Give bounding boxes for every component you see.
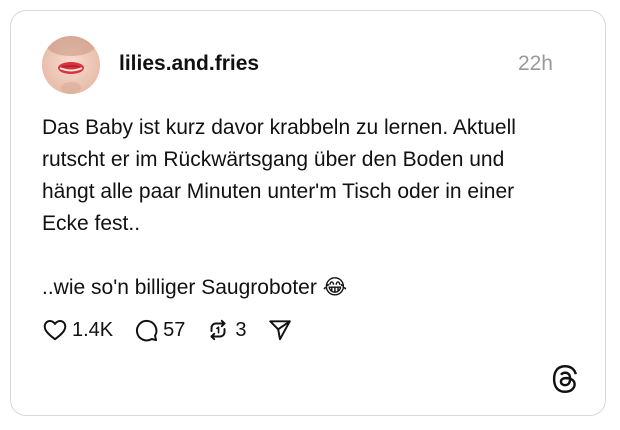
comment-button[interactable]: 57 bbox=[133, 317, 185, 343]
send-icon bbox=[268, 320, 291, 341]
repost-count: 3 bbox=[235, 318, 247, 341]
post-timestamp: 22h bbox=[517, 52, 553, 75]
post-paragraph-2: ..wie so'n billiger Saugroboter 😂 bbox=[42, 276, 348, 299]
share-button[interactable] bbox=[267, 317, 293, 343]
post-paragraph-1: Das Baby ist kurz davor krabbeln zu lern… bbox=[42, 116, 516, 235]
username-link[interactable]: lilies.and.fries bbox=[119, 52, 259, 76]
comment-count: 57 bbox=[163, 318, 186, 341]
post-card: lilies.and.fries 22h Das Baby ist kurz d… bbox=[10, 10, 606, 416]
like-button[interactable]: 1.4K bbox=[42, 317, 113, 343]
avatar-image bbox=[42, 36, 100, 94]
action-bar: 1.4K 57 3 bbox=[42, 316, 313, 344]
like-count: 1.4K bbox=[72, 318, 114, 341]
repost-button[interactable]: 3 bbox=[205, 317, 247, 343]
threads-logo-icon[interactable] bbox=[551, 365, 579, 393]
heart-icon bbox=[43, 320, 67, 341]
avatar[interactable] bbox=[42, 36, 100, 94]
repost-icon bbox=[210, 319, 226, 341]
comment-bubble-icon bbox=[136, 319, 158, 342]
post-body: Das Baby ist kurz davor krabbeln zu lern… bbox=[42, 112, 582, 304]
